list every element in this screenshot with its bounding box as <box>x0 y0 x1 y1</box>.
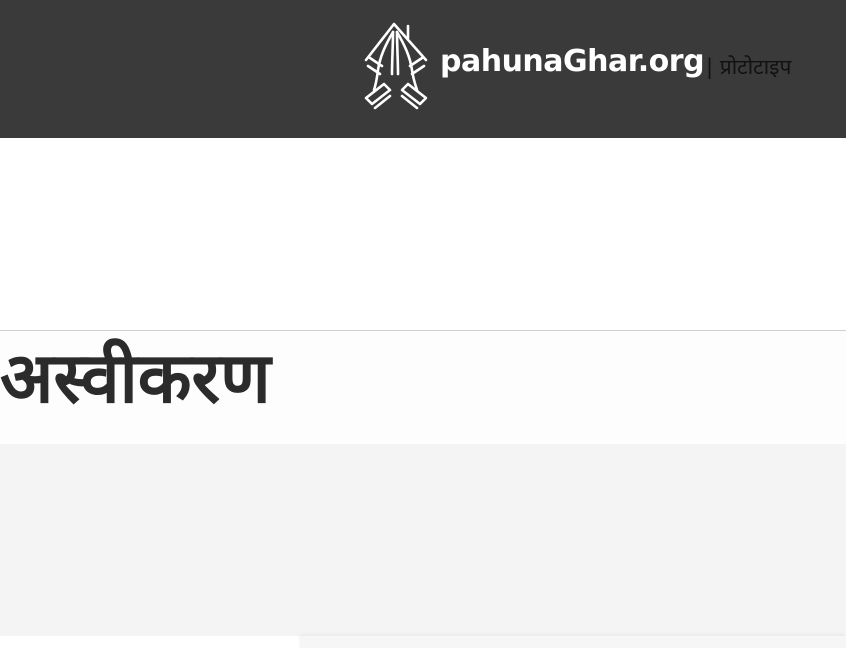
site-logo-text: pahunaGhar.org <box>440 43 705 79</box>
logo-suffix-label: | प्रोटोटाइप <box>706 55 792 79</box>
footer-card <box>300 636 846 648</box>
content-section <box>0 444 846 636</box>
namaste-hands-house-icon <box>364 22 428 110</box>
site-header: pahunaGhar.org | प्रोटोटाइप <box>0 0 846 138</box>
site-logo-link[interactable]: pahunaGhar.org <box>362 20 705 110</box>
top-spacer <box>0 138 846 330</box>
page-title: अस्वीकरण <box>0 337 271 419</box>
